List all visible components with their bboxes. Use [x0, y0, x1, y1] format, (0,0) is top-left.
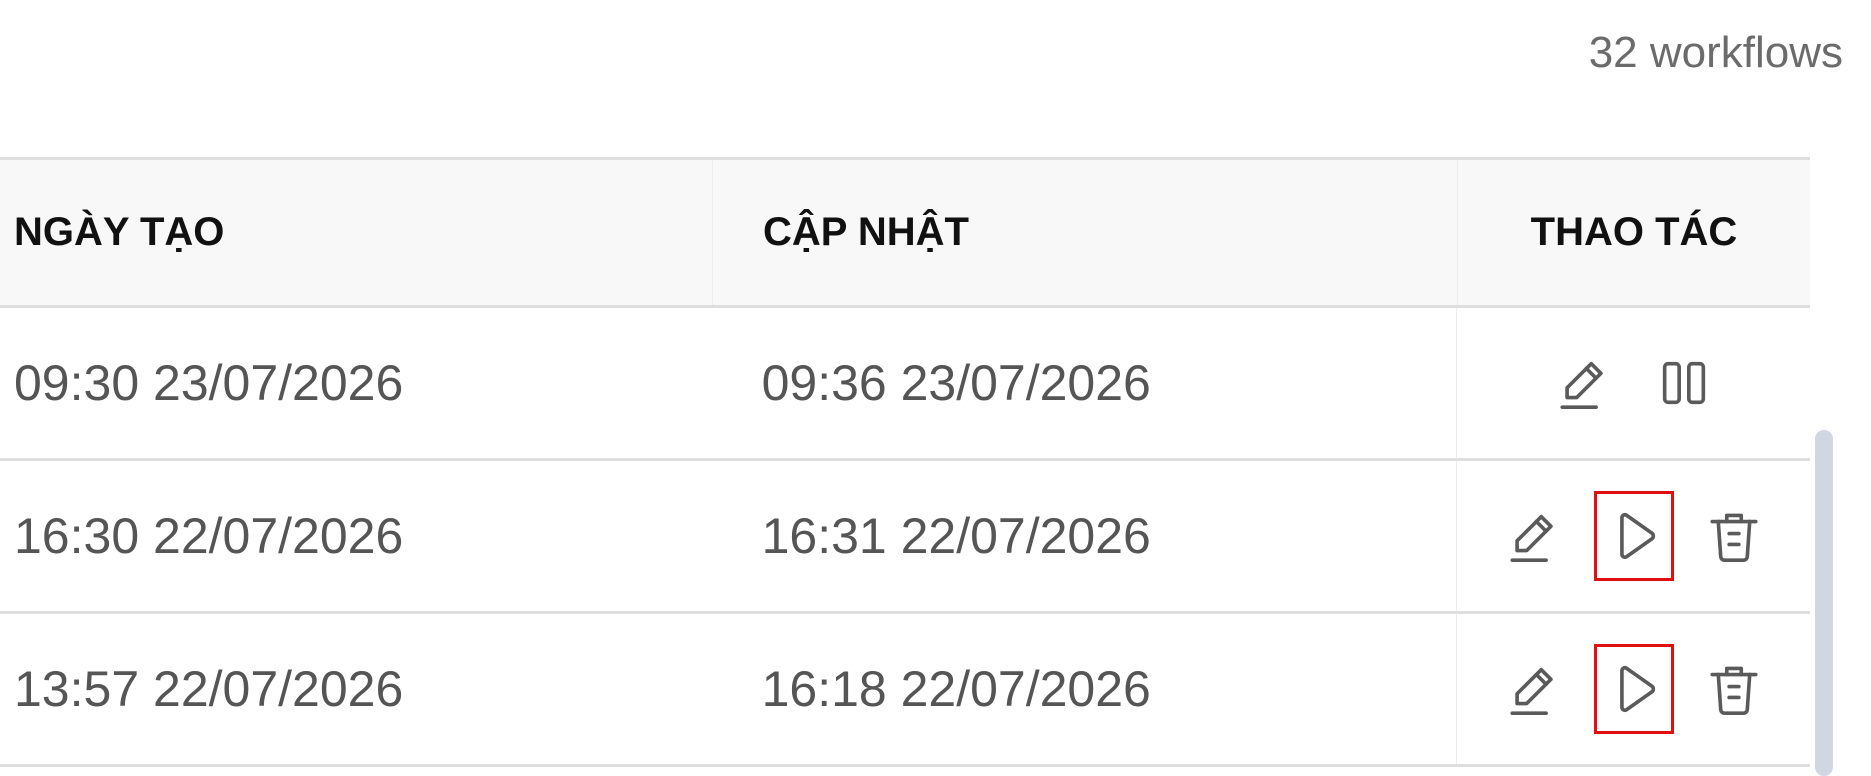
edit-button[interactable] — [1494, 491, 1574, 581]
column-header-updated[interactable]: CẬP NHẬT — [712, 160, 1457, 305]
cell-updated: 16:18 22/07/2026 — [761, 661, 1151, 717]
edit-icon — [1510, 667, 1553, 715]
delete-button[interactable] — [1694, 644, 1774, 734]
play-icon — [1619, 512, 1655, 560]
cell-updated: 09:36 23/07/2026 — [761, 355, 1151, 411]
column-header-actions: THAO TÁC — [1457, 160, 1810, 305]
edit-button[interactable] — [1494, 644, 1574, 734]
trash-icon — [1710, 513, 1758, 562]
delete-button[interactable] — [1694, 491, 1774, 581]
edit-button[interactable] — [1544, 338, 1624, 428]
edit-icon — [1510, 514, 1553, 562]
row-actions — [1456, 461, 1810, 611]
table-row: 13:57 22/07/2026 16:18 22/07/2026 — [0, 614, 1810, 767]
row-actions — [1456, 308, 1810, 458]
workflow-count: 32 workflows — [1588, 28, 1843, 77]
workflows-table: NGÀY TẠO CẬP NHẬT THAO TÁC 09:30 23/07/2… — [0, 157, 1810, 767]
trash-icon — [1710, 666, 1758, 715]
table-header: NGÀY TẠO CẬP NHẬT THAO TÁC — [0, 160, 1810, 308]
pause-button[interactable] — [1644, 338, 1724, 428]
cell-created: 13:57 22/07/2026 — [14, 661, 404, 717]
pause-icon — [1662, 361, 1705, 405]
column-header-created[interactable]: NGÀY TẠO — [0, 160, 712, 305]
table-row: 09:30 23/07/2026 09:36 23/07/2026 — [0, 308, 1810, 461]
edit-icon — [1560, 361, 1603, 409]
cell-created: 09:30 23/07/2026 — [14, 355, 404, 411]
vertical-scrollbar[interactable] — [1815, 430, 1833, 776]
cell-created: 16:30 22/07/2026 — [14, 508, 404, 564]
table-row: 16:30 22/07/2026 16:31 22/07/2026 — [0, 461, 1810, 614]
row-actions — [1456, 614, 1810, 764]
play-icon — [1619, 665, 1655, 713]
run-button[interactable] — [1593, 491, 1674, 581]
cell-updated: 16:31 22/07/2026 — [761, 508, 1151, 564]
run-button[interactable] — [1593, 644, 1674, 734]
